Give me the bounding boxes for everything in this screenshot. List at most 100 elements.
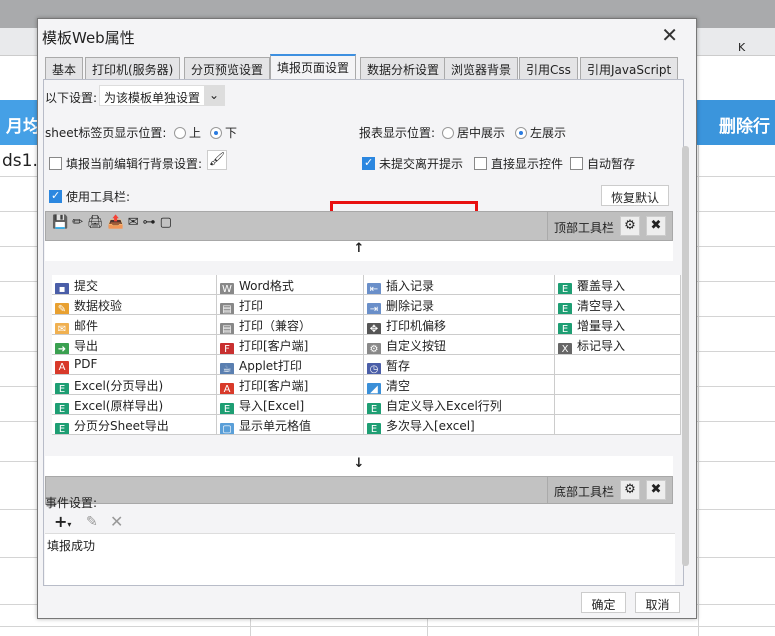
toolbar-item[interactable]: E 清空导入 <box>555 295 681 315</box>
top-toolbar: 💾✏🖨📤✉⊶▢ 顶部工具栏 ⚙ ✖ <box>45 211 673 241</box>
toolbar-item[interactable]: E Excel(原样导出) <box>52 395 217 415</box>
toolbar-item-label: 打印[客户端] <box>239 339 309 353</box>
toolbar-item[interactable]: W Word格式 <box>217 275 364 295</box>
java-icon: ☕ <box>220 363 234 374</box>
pdf-icon: A <box>55 361 69 374</box>
toolbar-item[interactable]: ▤ 打印（兼容） <box>217 315 364 335</box>
pdf-print-icon: A <box>220 383 234 394</box>
gear-icon[interactable]: ⚙ <box>620 480 640 500</box>
toolbar-item[interactable]: A 打印[客户端] <box>217 375 364 395</box>
radio-label: 上 <box>189 126 202 140</box>
toolbar-item-label: 打印 <box>239 299 264 313</box>
auto-save-checkbox[interactable]: 自动暂存 <box>570 155 635 172</box>
toolbar-item[interactable]: E Excel(分页导出) <box>52 375 217 395</box>
mail-icon: ✉ <box>55 323 69 334</box>
toolbar-item[interactable]: E 增量导入 <box>555 315 681 335</box>
toolbar-item-label: 打印机偏移 <box>386 319 447 333</box>
radio-left[interactable]: 左展示 <box>509 124 566 141</box>
header-left-text: 月均 <box>6 117 40 137</box>
toolbar-item-label: 多次导入[excel] <box>386 419 475 433</box>
insert-record-icon: ⇤ <box>367 283 381 294</box>
checkbox-label: 填报当前编辑行背景设置: <box>66 157 203 171</box>
cell-icon: ▢ <box>220 423 234 434</box>
delete-row-button[interactable]: 删除行 <box>697 100 775 145</box>
scrollbar[interactable] <box>682 146 689 566</box>
gear-icon: ⚙ <box>367 343 381 354</box>
use-toolbar-checkbox[interactable]: 使用工具栏: <box>49 188 130 205</box>
toolbar-item[interactable]: E 覆盖导入 <box>555 275 681 295</box>
toolbar-item[interactable]: ⚙ 自定义按钮 <box>364 335 555 355</box>
checkbox-label: 直接显示控件 <box>491 157 564 171</box>
tab-printer[interactable]: 打印机(服务器) <box>85 57 181 79</box>
move-up-icon[interactable]: ↑ <box>45 241 673 261</box>
toolbar-item-label: 打印（兼容） <box>239 319 312 333</box>
toolbar-item[interactable]: X 标记导入 <box>555 335 681 355</box>
add-icon[interactable]: +▾ <box>54 512 71 531</box>
row-bg-checkbox[interactable]: 填报当前编辑行背景设置: <box>49 155 202 172</box>
toolbar-item[interactable]: ✎ 数据校验 <box>52 295 217 315</box>
edit-icon[interactable]: ✎ <box>86 514 98 530</box>
toolbar-item[interactable]: A PDF <box>52 355 217 375</box>
settings-select[interactable]: 为该模板单独设置 ⌄ <box>99 85 225 106</box>
delete-record-icon: ⇥ <box>367 303 381 314</box>
unsubmitted-warning-checkbox[interactable]: 未提交离开提示 <box>362 155 463 172</box>
radio-sheet-top[interactable]: 上 <box>168 124 201 141</box>
sheet-position-label: sheet标签页显示位置: <box>45 126 167 140</box>
excel-icon: E <box>367 423 381 434</box>
toolbar-item[interactable]: ◢ 清空 <box>364 375 555 395</box>
restore-default-button[interactable]: 恢复默认 <box>601 185 669 206</box>
chevron-down-icon: ⌄ <box>204 86 224 105</box>
toolbar-item[interactable]: E 自定义导入Excel行列 <box>364 395 555 415</box>
toolbar-item[interactable]: ✥ 打印机偏移 <box>364 315 555 335</box>
toolbar-item[interactable]: ⇤ 插入记录 <box>364 275 555 295</box>
tab-basic[interactable]: 基本 <box>45 57 84 79</box>
export-icon: ➜ <box>55 343 69 354</box>
event-list: 填报成功 <box>45 533 675 585</box>
move-down-icon[interactable]: ↓ <box>45 456 673 476</box>
tab-javascript[interactable]: 引用JavaScript <box>580 57 679 79</box>
radio-center[interactable]: 居中展示 <box>436 124 505 141</box>
cancel-button[interactable]: 取消 <box>635 592 680 613</box>
ok-button[interactable]: 确定 <box>581 592 626 613</box>
settings-value: 为该模板单独设置 <box>104 91 201 105</box>
toolbar-preview-icons[interactable]: 💾✏🖨📤✉⊶▢ <box>52 215 176 230</box>
toolbar-item[interactable]: E 导入[Excel] <box>217 395 364 415</box>
remove-icon[interactable]: ✖ <box>646 216 666 236</box>
toolbar-item[interactable]: F 打印[客户端] <box>217 335 364 355</box>
toolbar-item[interactable]: E 分页分Sheet导出 <box>52 415 217 435</box>
toolbar-item-label: 标记导入 <box>577 339 626 353</box>
toolbar-item-label: Applet打印 <box>239 359 302 373</box>
toolbar-item[interactable]: ✉ 邮件 <box>52 315 217 335</box>
event-item[interactable]: 填报成功 <box>47 539 95 553</box>
event-settings-label: 事件设置: <box>45 496 98 510</box>
toolbar-item[interactable]: ▢ 显示单元格值 <box>217 415 364 435</box>
paint-bucket-icon[interactable]: 🖌 <box>207 150 227 170</box>
toolbar-item[interactable]: ◷ 暂存 <box>364 355 555 375</box>
toolbar-item[interactable]: E 多次导入[excel] <box>364 415 555 435</box>
radio-sheet-bottom[interactable]: 下 <box>204 124 237 141</box>
excel-icon: E <box>55 403 69 414</box>
move-icon: ✥ <box>367 323 381 334</box>
excel-icon: E <box>367 403 381 414</box>
toolbar-item-label: 导出 <box>74 339 99 353</box>
close-icon[interactable]: ✕ <box>661 23 678 47</box>
tab-page-preview[interactable]: 分页预览设置 <box>184 57 271 79</box>
tab-data-analysis[interactable]: 数据分析设置 <box>360 57 447 79</box>
delete-icon[interactable]: ✕ <box>110 512 123 531</box>
toolbar-item[interactable]: ▤ 打印 <box>217 295 364 315</box>
gear-icon[interactable]: ⚙ <box>620 216 640 236</box>
toolbar-item[interactable]: ➜ 导出 <box>52 335 217 355</box>
empty-cell <box>555 415 681 435</box>
tab-css[interactable]: 引用Css <box>519 57 578 79</box>
toolbar-item-label: Excel(原样导出) <box>74 399 164 413</box>
remove-icon[interactable]: ✖ <box>646 480 666 500</box>
toolbar-item[interactable]: ☕ Applet打印 <box>217 355 364 375</box>
report-position-label: 报表显示位置: <box>359 126 436 140</box>
tab-fill-page[interactable]: 填报页面设置 <box>270 54 357 80</box>
toolbar-item[interactable]: ▪ 提交 <box>52 275 217 295</box>
column-k: K <box>738 41 746 54</box>
empty-cell <box>555 355 681 375</box>
show-controls-checkbox[interactable]: 直接显示控件 <box>474 155 563 172</box>
tab-browser-bg[interactable]: 浏览器背景 <box>444 57 519 79</box>
toolbar-item[interactable]: ⇥ 删除记录 <box>364 295 555 315</box>
